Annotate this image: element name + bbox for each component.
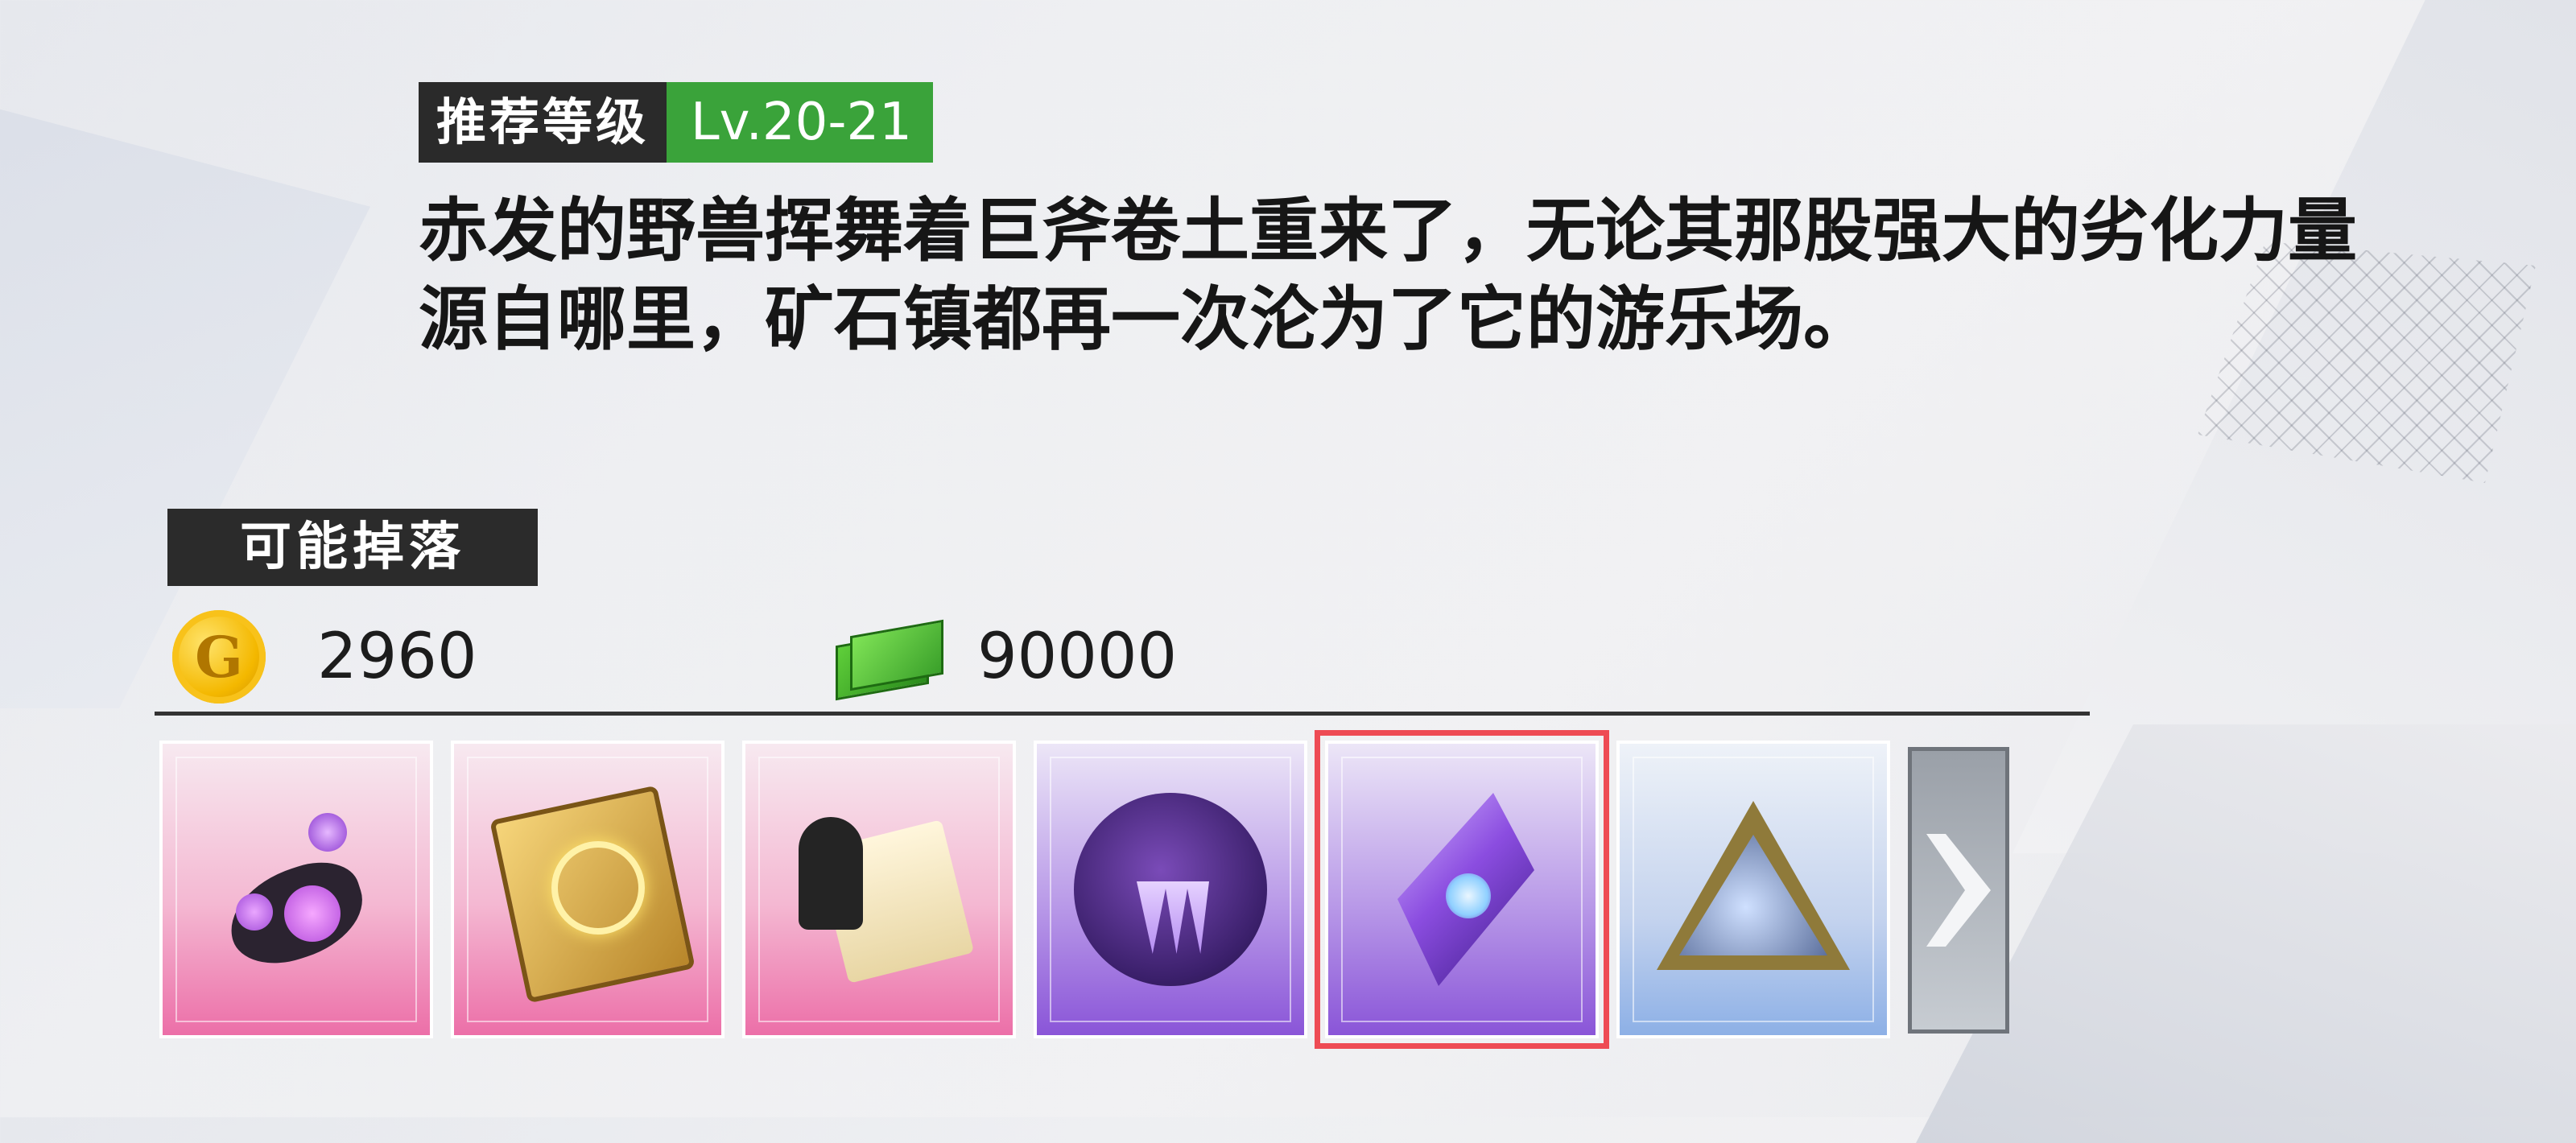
gold-coin-icon: G (172, 610, 266, 704)
description-line-1: 赤发的野兽挥舞着巨斧卷土重来了，无论其那股强大的劣化力量 (419, 191, 2357, 271)
drop-item-slot[interactable] (159, 741, 433, 1038)
drop-item-slot[interactable] (742, 741, 1016, 1038)
drop-item-slot[interactable] (451, 741, 724, 1038)
drop-item-slot-selected[interactable] (1315, 730, 1609, 1049)
chevron-right-icon (1926, 834, 1991, 947)
cash-bundle-icon (836, 619, 943, 701)
cash-reward: 90000 (836, 617, 1178, 701)
next-items-button[interactable] (1908, 747, 2009, 1034)
purple-orb-fragment-icon (204, 797, 389, 982)
drops-divider (155, 712, 2090, 716)
coin-reward: G 2960 (172, 610, 477, 704)
golden-tome-icon (483, 785, 696, 1004)
recommended-level-tag: 推荐等级 Lv.20-21 (419, 82, 933, 163)
drop-item-slot[interactable] (1616, 741, 1890, 1038)
knight-scroll-icon (774, 785, 984, 994)
background-shard (1916, 724, 2576, 1143)
possible-drops-label: 可能掉落 (167, 509, 538, 586)
recommended-level-label: 推荐等级 (419, 82, 667, 163)
triangle-prism-icon (1649, 793, 1858, 986)
coin-amount: 2960 (317, 621, 477, 693)
claw-seal-icon (1066, 785, 1275, 994)
drop-items-list (159, 730, 2009, 1049)
recommended-level-value: Lv.20-21 (667, 82, 933, 163)
stage-description: 赤发的野兽挥舞着巨斧卷土重来了，无论其那股强大的劣化力量 源自哪里，矿石镇都再一… (419, 187, 2576, 364)
cash-amount: 90000 (977, 621, 1178, 693)
drop-item-slot[interactable] (1034, 741, 1307, 1038)
purple-crystal-icon (1381, 785, 1542, 994)
description-line-2: 源自哪里，矿石镇都再一次沦为了它的游乐场。 (419, 279, 1872, 360)
